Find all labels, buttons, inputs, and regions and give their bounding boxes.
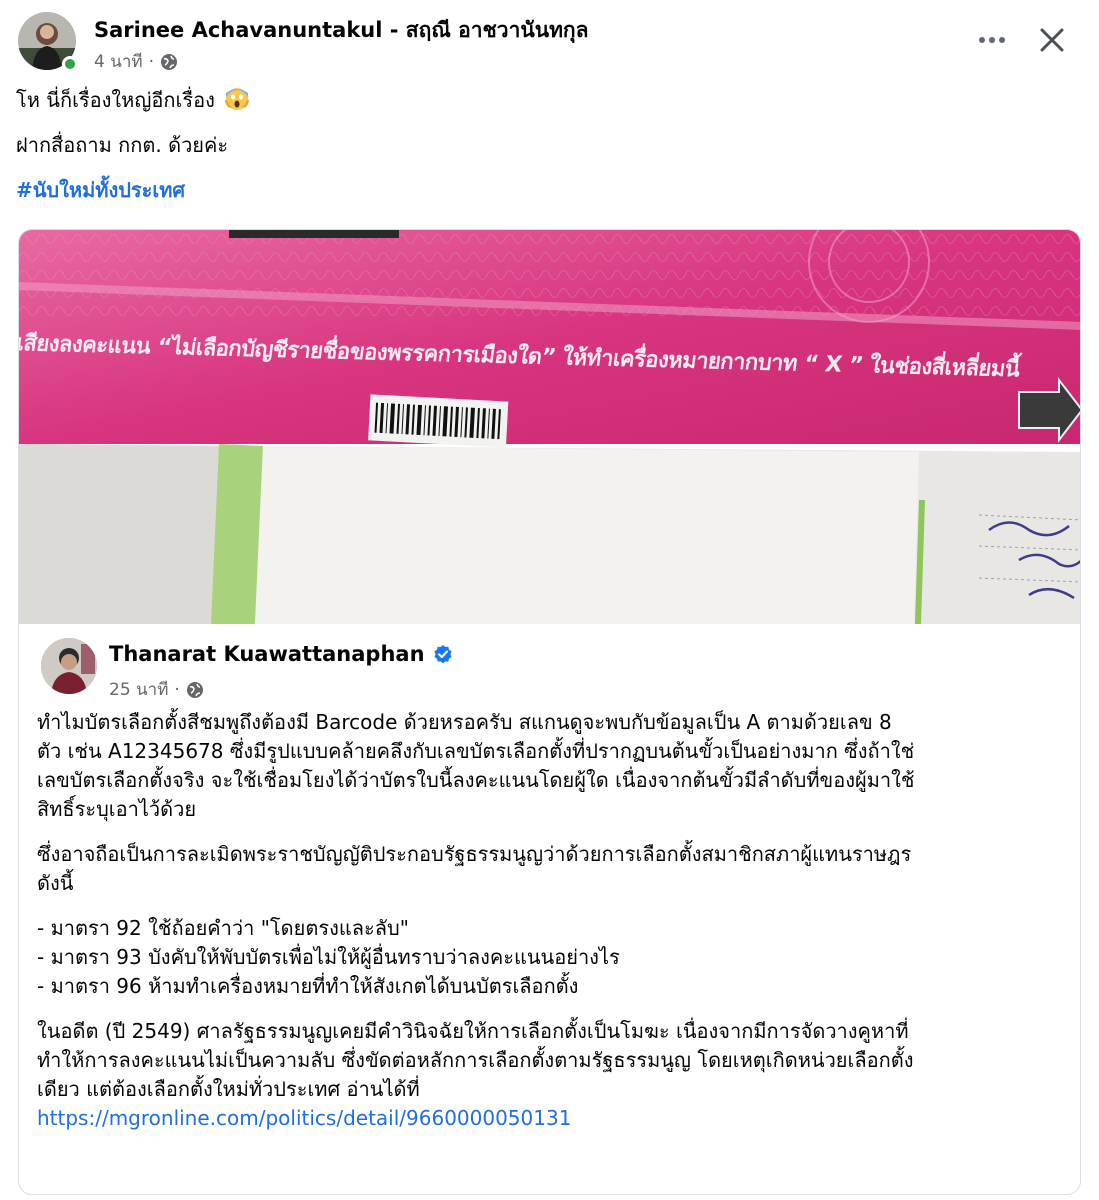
meta-separator: ·: [148, 51, 154, 72]
paragraph: ทำไมบัตรเลือกตั้งสีชมพูถึงต้องมี Barcode…: [37, 708, 1067, 824]
close-icon[interactable]: [1030, 18, 1074, 62]
post-line: โห นี่ก็เรื่องใหญ่อีกเรื่อง: [16, 86, 1076, 114]
author-name[interactable]: Sarinee Achavanuntakul - สฤณี อาชวานันทก…: [94, 14, 589, 47]
shared-post-header: Thanarat Kuawattanaphan 25 นาที ·: [19, 624, 1080, 714]
post-line-text: โห นี่ก็เรื่องใหญ่อีกเรื่อง: [16, 88, 215, 112]
text-line: ทำให้การลงคะแนนไม่เป็นความลับ ซึ่งขัดต่อ…: [37, 1048, 914, 1072]
bullet-item: - มาตรา 96 ห้ามทำเครื่องหมายที่ทำให้สังเ…: [37, 974, 579, 998]
link-line: https://mgronline.com/politics/detail/96…: [37, 1104, 1067, 1133]
text-line: ในอดีต (ปี 2549) ศาลรัฐธรรมนูญเคยมีคำวิน…: [37, 1019, 909, 1043]
text-line: สิทธิ์ระบุเอาไว้ด้วย: [37, 797, 197, 821]
verified-badge-icon: [433, 645, 452, 664]
shared-post-body: ทำไมบัตรเลือกตั้งสีชมพูถึงต้องมี Barcode…: [37, 708, 1067, 1149]
dot-icon: [999, 37, 1005, 43]
post-header: Sarinee Achavanuntakul - สฤณี อาชวานันทก…: [0, 0, 1099, 80]
article-link[interactable]: https://mgronline.com/politics/detail/96…: [37, 1106, 571, 1130]
paragraph: ซึ่งอาจถือเป็นการละเมิดพระราชบัญญัติประก…: [37, 840, 1067, 898]
online-status-indicator: [62, 56, 78, 72]
post-line-text: ฝากสื่อถาม กกต. ด้วยค่ะ: [16, 133, 229, 157]
text-line: ทำไมบัตรเลือกตั้งสีชมพูถึงต้องมี Barcode…: [37, 710, 892, 734]
shared-post-time[interactable]: 25 นาที: [109, 676, 168, 703]
post-meta: 4 นาที ·: [94, 48, 178, 75]
shared-post-meta: 25 นาที ·: [109, 676, 204, 703]
globe-icon: [186, 681, 203, 698]
meta-separator: ·: [174, 679, 180, 700]
paragraph: ในอดีต (ปี 2549) ศาลรัฐธรรมนูญเคยมีคำวิน…: [37, 1017, 1067, 1133]
post-time[interactable]: 4 นาที: [94, 48, 143, 75]
text-line: ดังนี้: [37, 871, 74, 895]
bullet-item: - มาตรา 93 บังคับให้พับบัตรเพื่อไม่ให้ผู…: [37, 945, 620, 969]
dot-icon: [979, 37, 985, 43]
shared-author-avatar[interactable]: [41, 638, 97, 694]
dot-icon: [989, 37, 995, 43]
shared-post-card[interactable]: เสียงลงคะแนน “ไม่เลือกบัญชีรายชื่อของพรร…: [18, 229, 1081, 1195]
ballot-photo[interactable]: เสียงลงคะแนน “ไม่เลือกบัญชีรายชื่อของพรร…: [19, 230, 1080, 624]
text-line: เดียว แต่ต้องเลือกตั้งใหม่ทั่วประเทศ อ่า…: [37, 1077, 420, 1101]
hashtag-link[interactable]: #นับใหม่ทั้งประเทศ: [16, 178, 185, 202]
post-line: #นับใหม่ทั้งประเทศ: [16, 176, 1076, 204]
post-text: โห นี่ก็เรื่องใหญ่อีกเรื่อง ฝากสื่อถาม ก…: [16, 86, 1076, 221]
post-line: ฝากสื่อถาม กกต. ด้วยค่ะ: [16, 131, 1076, 159]
shared-author-name-text: Thanarat Kuawattanaphan: [109, 642, 425, 666]
more-options-button[interactable]: [968, 22, 1016, 58]
text-line: ตัว เช่น A12345678 ซึ่งมีรูปแบบคล้ายคลึง…: [37, 739, 915, 763]
face-screaming-in-fear-emoji-icon: [225, 88, 250, 110]
bullet-item: - มาตรา 92 ใช้ถ้อยคำว่า "โดยตรงและลับ": [37, 916, 409, 940]
text-line: ซึ่งอาจถือเป็นการละเมิดพระราชบัญญัติประก…: [37, 842, 912, 866]
bullet-list: - มาตรา 92 ใช้ถ้อยคำว่า "โดยตรงและลับ" -…: [37, 914, 1067, 1001]
shared-author-name[interactable]: Thanarat Kuawattanaphan: [109, 642, 453, 666]
globe-icon: [161, 53, 177, 70]
text-line: เลขบัตรเลือกตั้งจริง จะใช้เชื่อมโยงได้ว่…: [37, 768, 915, 792]
